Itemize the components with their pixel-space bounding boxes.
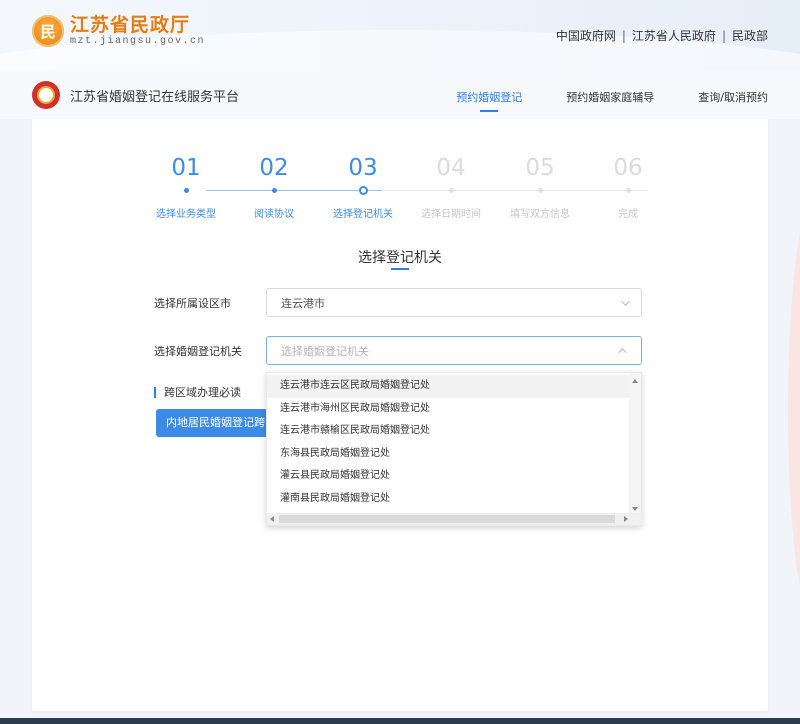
taskbar-strip [0, 718, 800, 724]
step-number: 03 [348, 155, 378, 181]
office-select-placeholder: 选择婚姻登记机关 [281, 344, 369, 358]
step-4: 04 选择日期时间 [406, 153, 496, 220]
horizontal-scroll-thumb[interactable] [279, 515, 615, 523]
site-title: 江苏省民政厅 [70, 14, 191, 36]
site-domain: mzt.jiangsu.gov.cn [70, 36, 206, 47]
dropdown-option[interactable]: 连云港市赣榆区民政局婚姻登记处 [267, 420, 629, 443]
step-dot-2 [272, 188, 277, 193]
step-line-todo [382, 190, 648, 191]
step-2: 02 阅读协议 [229, 153, 319, 220]
step-dot-1 [184, 188, 189, 193]
section-title-underline [391, 268, 409, 270]
scroll-up-arrow-icon[interactable] [632, 379, 638, 383]
cross-region-button[interactable]: 内地居民婚姻登记跨区域办理 [156, 409, 268, 437]
civil-affairs-emblem-icon: 民 [32, 15, 64, 47]
link-china-gov[interactable]: 中国政府网 [556, 27, 616, 44]
dropdown-option[interactable]: 连云港市连云区民政局婚姻登记处 [267, 375, 629, 398]
top-header: 民 江苏省民政厅 mzt.jiangsu.gov.cn 中国政府网 | 江苏省人… [0, 0, 800, 71]
step-5: 05 填写双方信息 [495, 153, 585, 220]
step-label: 完成 [618, 209, 638, 220]
cross-region-note: 跨区域办理必读 [154, 387, 241, 398]
scroll-down-arrow-icon[interactable] [632, 507, 638, 511]
chevron-down-icon [621, 296, 630, 306]
step-label: 选择登记机关 [333, 209, 393, 220]
step-line-done [206, 190, 382, 191]
platform-name: 江苏省婚姻登记在线服务平台 [70, 89, 240, 105]
step-label: 选择日期时间 [421, 209, 481, 220]
marriage-registry-logo-icon [32, 81, 60, 109]
step-number: 04 [436, 155, 466, 181]
step-number: 01 [171, 155, 201, 181]
nav-appointment-registration[interactable]: 预约婚姻登记 [456, 89, 522, 112]
step-label: 阅读协议 [254, 209, 294, 220]
step-dot-6 [626, 188, 631, 193]
dropdown-option[interactable]: 东海县民政局婚姻登记处 [267, 443, 629, 466]
step-number: 02 [259, 155, 289, 181]
platform-brand[interactable]: 江苏省婚姻登记在线服务平台 [32, 81, 239, 109]
step-1: 01 选择业务类型 [141, 153, 231, 220]
platform-header: 江苏省婚姻登记在线服务平台 预约婚姻登记 预约婚姻家庭辅导 查询/取消预约 [0, 71, 800, 119]
horizontal-scrollbar[interactable] [267, 513, 643, 525]
dropdown-option[interactable]: 连云港市海州区民政局婚姻登记处 [267, 398, 629, 421]
step-dot-5 [538, 188, 543, 193]
city-select[interactable]: 连云港市 [266, 288, 642, 317]
city-row: 选择所属设区市 连云港市 [154, 288, 642, 317]
step-dot-4 [449, 188, 454, 193]
dropdown-options: 连云港市连云区民政局婚姻登记处 连云港市海州区民政局婚姻登记处 连云港市赣榆区民… [267, 375, 629, 510]
office-row: 选择婚姻登记机关 选择婚姻登记机关 [154, 336, 642, 365]
link-jiangsu-gov[interactable]: 江苏省人民政府 [632, 27, 716, 44]
side-decoration [788, 200, 800, 620]
dropdown-option[interactable]: 灌云县民政局婚姻登记处 [267, 465, 629, 488]
section-title: 选择登记机关 [32, 247, 768, 270]
step-3: 03 选择登记机关 [318, 153, 408, 220]
chevron-up-icon [618, 347, 627, 357]
step-label: 填写双方信息 [510, 209, 570, 220]
nav-family-counseling[interactable]: 预约婚姻家庭辅导 [566, 89, 654, 105]
step-number: 06 [613, 155, 643, 181]
office-label: 选择婚姻登记机关 [154, 344, 242, 358]
vertical-scrollbar[interactable] [629, 373, 641, 515]
office-select[interactable]: 选择婚姻登记机关 [266, 336, 642, 365]
city-select-value: 连云港市 [281, 296, 325, 310]
nav-query-cancel[interactable]: 查询/取消预约 [698, 89, 768, 105]
step-dot-3 [359, 186, 368, 195]
link-separator: | [621, 28, 626, 43]
office-dropdown: 连云港市连云区民政局婚姻登记处 连云港市海州区民政局婚姻登记处 连云港市赣榆区民… [266, 372, 643, 526]
dropdown-option[interactable]: 灌南县民政局婚姻登记处 [267, 488, 629, 511]
link-separator: | [721, 28, 726, 43]
step-number: 05 [525, 155, 555, 181]
top-links: 中国政府网 | 江苏省人民政府 | 民政部 [556, 27, 768, 44]
scroll-left-arrow-icon[interactable] [270, 516, 274, 522]
progress-steps: 01 选择业务类型 02 阅读协议 03 选择登记机关 04 选择日期时间 05… [152, 153, 672, 223]
step-6: 06 完成 [583, 153, 673, 220]
scroll-right-arrow-icon[interactable] [624, 516, 628, 522]
site-brand[interactable]: 民 江苏省民政厅 mzt.jiangsu.gov.cn [32, 14, 205, 48]
section-title-text: 选择登记机关 [358, 250, 442, 266]
main-nav: 预约婚姻登记 预约婚姻家庭辅导 查询/取消预约 [412, 89, 768, 112]
city-label: 选择所属设区市 [154, 296, 231, 310]
step-label: 选择业务类型 [156, 209, 216, 220]
link-ministry[interactable]: 民政部 [732, 27, 768, 44]
